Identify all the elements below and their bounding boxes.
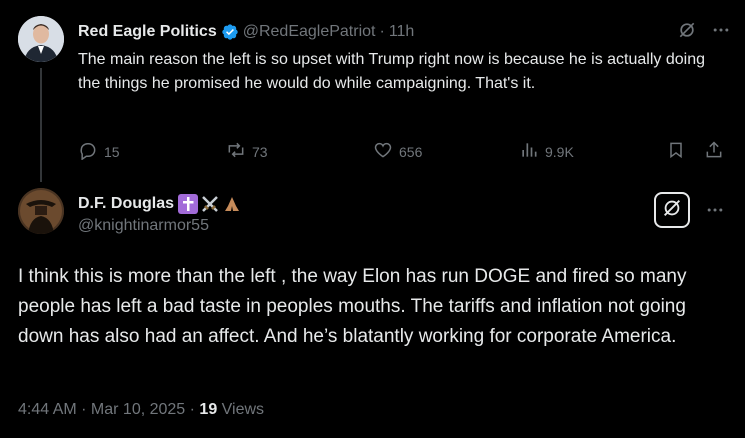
reply-tweet-header: D.F. Douglas @knightinarmor55 xyxy=(78,194,242,236)
display-name[interactable]: Red Eagle Politics xyxy=(78,22,217,42)
reply-tweet-text: I think this is more than the left , the… xyxy=(18,266,687,347)
tweet-timestamp[interactable]: 4:44 AM · Mar 10, 2025 · xyxy=(18,401,199,418)
grok-icon xyxy=(661,197,683,224)
display-name[interactable]: D.F. Douglas xyxy=(78,194,174,214)
more-icon[interactable] xyxy=(705,200,725,225)
timestamp[interactable]: 11h xyxy=(389,22,415,42)
grok-button[interactable] xyxy=(654,192,690,228)
tweet-header: Red Eagle Politics @RedEaglePatriot · 11… xyxy=(78,22,414,42)
separator: · xyxy=(379,23,385,40)
verified-badge-icon xyxy=(221,23,239,41)
reply-icon xyxy=(78,140,98,163)
share-icon xyxy=(704,140,724,163)
handle[interactable]: @RedEaglePatriot xyxy=(243,22,376,42)
views-count: 9.9K xyxy=(545,143,574,160)
cross-emoji-icon xyxy=(178,194,199,214)
repost-icon xyxy=(226,140,246,163)
views-label: Views xyxy=(217,401,265,418)
views-icon xyxy=(519,140,539,163)
avatar[interactable] xyxy=(18,188,64,234)
repost-count: 73 xyxy=(252,143,268,160)
tweet-meta: 4:44 AM · Mar 10, 2025 · 19 Views xyxy=(18,401,264,419)
praying-hands-icon xyxy=(222,194,242,214)
grok-icon[interactable] xyxy=(677,20,697,45)
crossed-swords-icon xyxy=(200,194,220,214)
repost-button[interactable]: 73 xyxy=(226,140,268,163)
name-emojis xyxy=(178,194,242,214)
like-icon xyxy=(373,140,393,163)
views-button[interactable]: 9.9K xyxy=(519,140,574,163)
more-icon[interactable] xyxy=(711,20,731,45)
reply-button[interactable]: 15 xyxy=(78,140,120,163)
parent-tweet[interactable]: Red Eagle Politics @RedEaglePatriot · 11… xyxy=(0,0,745,182)
tweet-top-actions xyxy=(677,20,731,45)
bookmark-button[interactable] xyxy=(666,140,686,163)
avatar[interactable] xyxy=(18,16,64,62)
tweet-text: The main reason the left is so upset wit… xyxy=(78,51,705,92)
like-button[interactable]: 656 xyxy=(373,140,422,163)
handle[interactable]: @knightinarmor55 xyxy=(78,216,242,236)
views-count: 19 xyxy=(199,401,218,418)
tweet-action-bar: 15 73 656 9.9K xyxy=(78,140,730,162)
bookmark-icon xyxy=(666,140,686,163)
reply-count: 15 xyxy=(104,143,120,160)
like-count: 656 xyxy=(399,143,423,160)
share-button[interactable] xyxy=(704,140,724,163)
thread-connector-line xyxy=(40,68,42,182)
